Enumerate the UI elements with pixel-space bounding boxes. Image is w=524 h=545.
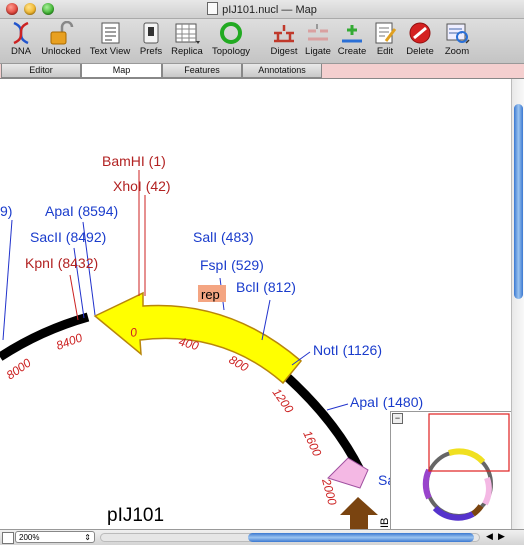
fspi-label: FspI (529) [200,257,264,273]
zoom-select-arrow-icon: ⇕ [84,533,91,542]
digest-button-label: Digest [270,46,298,57]
zoom-value: 200% [19,533,40,542]
tab-editor[interactable]: Editor [1,64,81,78]
dna-button[interactable]: DNA [6,21,36,57]
delete-button-label: Delete [406,46,434,57]
ligate-button[interactable]: Ligate [302,21,334,57]
ligate-button-label: Ligate [305,46,331,57]
prefs-button-label: Prefs [139,46,163,57]
tick-1600: 1600 [300,428,324,458]
create-plus-icon [339,21,365,45]
topology-button-label: Topology [211,46,251,57]
minimap-drawing [422,413,510,521]
replica-button-label: Replica [171,46,203,57]
bcli-label: BclI (812) [236,279,296,295]
unlocked-button-label: Unlocked [41,46,81,57]
tab-bar: Editor Map Features Annotations [0,64,524,79]
unlocked-button[interactable]: Unlocked [40,20,82,57]
tick-8000: 8000 [4,355,34,382]
document-icon [207,2,219,15]
create-button[interactable]: Create [336,21,368,57]
title-bar: pIJ101.nucl — Map [0,0,524,19]
status-bar: 200% ⇕ ◀ ▶ [0,529,524,545]
dna-helix-icon [8,21,34,45]
vertical-scrollbar[interactable] [511,79,524,529]
tab-annotations[interactable]: Annotations [242,64,322,78]
rep-label: rep [201,287,220,302]
text-page-icon [97,21,123,45]
bamhi-label: BamHI (1) [102,153,166,169]
tick-8400: 8400 [54,330,84,352]
tab-features[interactable]: Features [162,64,242,78]
window-title: pIJ101.nucl — Map [222,4,317,16]
dna-button-label: DNA [10,46,32,57]
partial-9-cut-line [2,219,13,341]
noti-label: NotI (1126) [313,342,382,358]
brown-feature-arrow[interactable] [340,497,378,529]
plasmid-backbone-right [281,371,365,473]
apai-1480-cut-line [326,403,349,411]
topology-button[interactable]: Topology [210,21,252,57]
bcli-cut-line [261,299,271,341]
circle-topology-icon [218,21,244,45]
tab-map[interactable]: Map [81,64,162,78]
replica-button[interactable]: Replica [168,21,206,57]
prefs-switch-icon [138,21,164,45]
kpni-cut-line [69,274,79,321]
replica-grid-icon [174,21,200,45]
plasmid-name-label: pIJ101 [107,505,164,526]
sacii-label: SacII (8492) [30,229,106,245]
text-view-button-label: Text View [89,46,131,57]
text-view-button[interactable]: Text View [88,21,132,57]
minimap-viewport-rect[interactable] [428,413,510,472]
sali-label: SalI (483) [193,229,254,245]
zoom-button[interactable]: Zoom [441,21,473,57]
tick-1200: 1200 [270,386,297,416]
prefs-button[interactable]: Prefs [138,21,164,57]
xhoi-label: XhoI (42) [113,178,171,194]
apai-8594-label: ApaI (8594) [45,203,118,219]
minimap-collapse-button[interactable]: − [392,413,403,424]
vertical-scroll-thumb[interactable] [514,104,523,299]
unlocked-padlock-icon [48,20,74,45]
page-icon [2,532,14,544]
digest-button[interactable]: Digest [268,21,300,57]
create-button-label: Create [337,46,367,57]
overview-minimap[interactable]: − [390,411,513,531]
window-title-container: pIJ101.nucl — Map [0,2,524,16]
apai-1480-label: ApaI (1480) [350,394,423,410]
delete-stop-icon [407,21,433,45]
edit-button[interactable]: Edit [372,21,398,57]
kpni-label: KpnI (8432) [25,255,98,271]
scroll-left-arrow-icon[interactable]: ◀ [486,531,493,542]
zoom-button-label: Zoom [444,46,470,57]
scroll-right-arrow-icon[interactable]: ▶ [498,531,505,542]
delete-button[interactable]: Delete [403,21,437,57]
zoom-magnifier-icon [444,21,470,45]
edit-pencil-page-icon [372,21,398,45]
horizontal-scroll-thumb[interactable] [248,533,474,542]
digest-fragments-icon [271,21,297,45]
zoom-select[interactable]: 200% ⇕ [15,531,95,543]
toolbar: DNA Unlocked Text View Prefs Replica Top… [0,19,524,64]
ligate-join-icon [305,21,331,45]
partial-site-label: 9) [0,203,12,219]
edit-button-label: Edit [376,46,394,57]
